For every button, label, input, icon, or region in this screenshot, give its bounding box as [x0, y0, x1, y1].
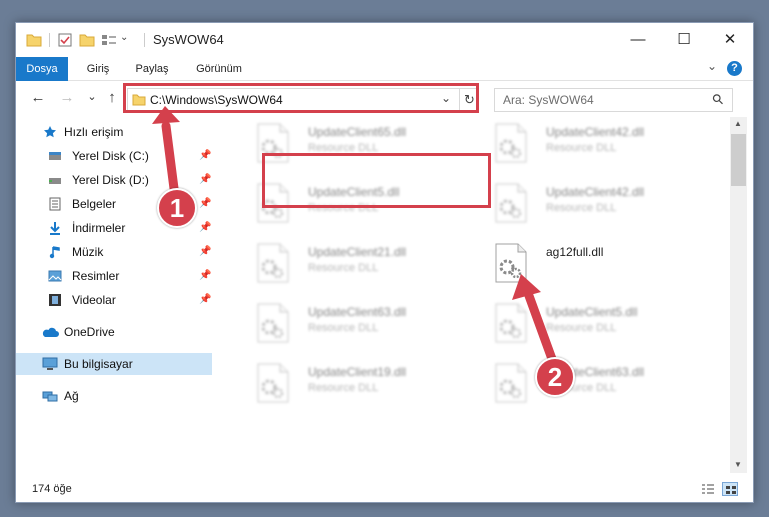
callout-1: 1	[157, 188, 197, 228]
arrow-1-head	[152, 106, 180, 124]
annotation-arrows	[152, 106, 561, 375]
callout-2: 2	[535, 357, 575, 397]
